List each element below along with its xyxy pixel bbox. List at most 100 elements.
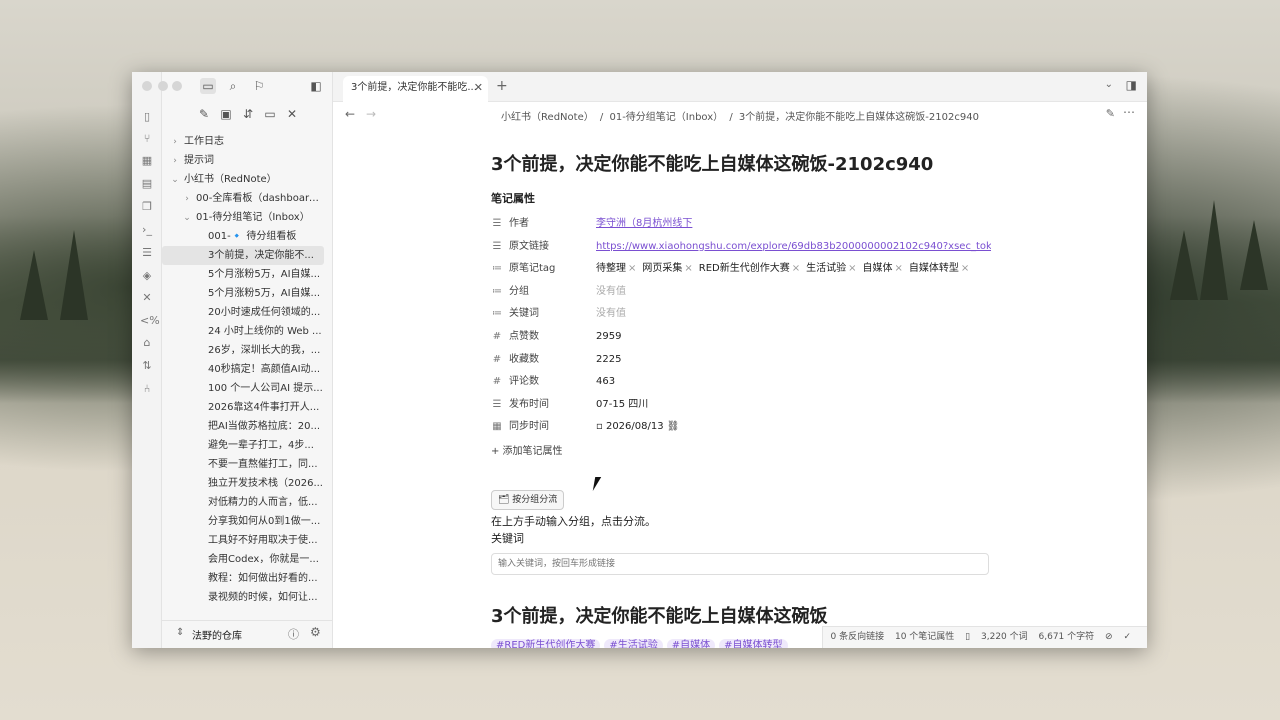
- tag-chip[interactable]: 待整理 ×: [596, 263, 636, 274]
- breadcrumb-folder[interactable]: 01-待分组笔记（Inbox）: [609, 112, 723, 123]
- edit-icon[interactable]: ✎: [1106, 107, 1115, 120]
- tree-item[interactable]: 001-🔹 待分组看板: [162, 227, 324, 246]
- property-value[interactable]: 2959: [596, 327, 991, 347]
- hashtag[interactable]: #自媒体转型: [719, 639, 788, 648]
- property-name[interactable]: 关键词: [509, 304, 539, 324]
- tree-item[interactable]: 独立开发技术栈（2026...: [162, 474, 324, 493]
- bookmark-icon[interactable]: ⚐: [251, 78, 267, 94]
- home-icon[interactable]: ⌂: [140, 336, 154, 350]
- list-icon[interactable]: ≔: [491, 259, 503, 279]
- tag-chip[interactable]: 生活试验 ×: [806, 263, 856, 274]
- property-value[interactable]: 没有值: [596, 304, 991, 324]
- tree-item[interactable]: 3个前提，决定你能不...: [162, 246, 324, 265]
- tree-item[interactable]: › 工作日志: [162, 132, 324, 151]
- hashtag[interactable]: #RED新生代创作大赛: [491, 639, 601, 648]
- sync-off-icon[interactable]: ⊘: [1105, 632, 1113, 642]
- tag-chip[interactable]: 自媒体 ×: [863, 263, 903, 274]
- keyword-input[interactable]: [491, 553, 989, 575]
- property-value[interactable]: https://www.xiaohongshu.com/explore/69db…: [596, 237, 991, 257]
- new-tab-icon[interactable]: +: [496, 78, 508, 94]
- tree-item[interactable]: › 00-全库看板（dashboard）: [162, 189, 324, 208]
- tree-item[interactable]: 2026靠这4件事打开人...: [162, 398, 324, 417]
- remove-tag-icon[interactable]: ×: [684, 263, 692, 274]
- property-name[interactable]: 原文链接: [509, 237, 549, 257]
- folder-icon[interactable]: ▭: [200, 78, 216, 94]
- check-icon[interactable]: ✓: [1123, 632, 1131, 642]
- text-icon[interactable]: ☰: [491, 214, 503, 234]
- list-icon[interactable]: ≔: [491, 282, 503, 302]
- tab-list-icon[interactable]: ⌄: [1105, 79, 1113, 90]
- auto-reveal-icon[interactable]: ▭: [262, 106, 278, 122]
- settings-icon[interactable]: ⚙: [310, 625, 321, 639]
- backlinks-count[interactable]: 0 条反向链接: [831, 632, 885, 642]
- text-icon[interactable]: ☰: [491, 237, 503, 257]
- plugin-icon[interactable]: ◈: [140, 269, 154, 283]
- tree-item[interactable]: 会用Codex，你就是一...: [162, 550, 324, 569]
- tab-note[interactable]: 3个前提，决定你能不能吃... ✕: [343, 76, 488, 102]
- list-icon[interactable]: ☰: [140, 246, 154, 260]
- property-value[interactable]: 2225: [596, 350, 991, 370]
- search-icon[interactable]: ⌕: [225, 78, 241, 94]
- tree-item[interactable]: 20小时速成任何领域的...: [162, 303, 324, 322]
- text-icon[interactable]: ☰: [491, 395, 503, 415]
- reading-icon[interactable]: ▯: [965, 632, 970, 642]
- property-value[interactable]: 待整理 × 网页采集 × RED新生代创作大赛 × 生活试验 × 自媒体 × 自媒体转型 ×: [596, 259, 991, 279]
- tag-chip[interactable]: 网页采集 ×: [642, 263, 692, 274]
- tree-item[interactable]: ⌄ 01-待分组笔记（Inbox）: [162, 208, 324, 227]
- canvas-icon[interactable]: ▦: [140, 154, 154, 168]
- tree-item[interactable]: 避免一辈子打工，4步...: [162, 436, 324, 455]
- split-by-group-button[interactable]: 🗂 按分组分流: [491, 490, 565, 510]
- property-value[interactable]: 李守洲（8月杭州线下: [596, 214, 991, 234]
- property-name[interactable]: 作者: [509, 214, 529, 234]
- property-name[interactable]: 发布时间: [509, 395, 549, 415]
- remove-tag-icon[interactable]: ×: [848, 263, 856, 274]
- tree-item[interactable]: 工具好不好用取决于使...: [162, 531, 324, 550]
- tree-item[interactable]: 5个月涨粉5万，AI自媒...: [162, 265, 324, 284]
- tree-item[interactable]: 40秒搞定！高颜值AI动...: [162, 360, 324, 379]
- remove-tag-icon[interactable]: ×: [961, 263, 969, 274]
- hashtag[interactable]: #自媒体: [666, 639, 716, 648]
- tools-icon[interactable]: ✕: [140, 291, 154, 305]
- note-title[interactable]: 3个前提，决定你能不能吃上自媒体这碗饭-2102c940: [491, 150, 933, 176]
- breadcrumb-root[interactable]: 小红书（RedNote）: [501, 112, 594, 123]
- add-property-button[interactable]: + 添加笔记属性: [491, 442, 563, 457]
- code-icon[interactable]: <%: [140, 314, 160, 328]
- collapse-all-icon[interactable]: ✕: [284, 106, 300, 122]
- number-icon[interactable]: #: [491, 350, 503, 370]
- tree-item[interactable]: 教程：如何做出好看的...: [162, 569, 324, 588]
- tree-item[interactable]: 24 小时上线你的 Web ...: [162, 322, 324, 341]
- remove-tag-icon[interactable]: ×: [895, 263, 903, 274]
- tree-item[interactable]: 100 个一人公司AI 提示...: [162, 379, 324, 398]
- copy-icon[interactable]: ❐: [140, 200, 154, 214]
- tree-item[interactable]: 26岁，深圳长大的我，...: [162, 341, 324, 360]
- git-icon[interactable]: ⑃: [140, 382, 154, 396]
- tree-item[interactable]: 不要一直熬催打工，同...: [162, 455, 324, 474]
- tree-item[interactable]: 5个月涨粉5万，AI自媒...: [162, 284, 324, 303]
- file-icon[interactable]: ▯: [140, 110, 154, 124]
- tree-item[interactable]: › 提示词: [162, 151, 324, 170]
- tag-chip[interactable]: 自媒体转型 ×: [909, 263, 969, 274]
- hashtag[interactable]: #生活试验: [604, 639, 663, 648]
- remove-tag-icon[interactable]: ×: [628, 263, 636, 274]
- tree-item[interactable]: 对低精力的人而言，低...: [162, 493, 324, 512]
- tree-item[interactable]: 录视频的时候，如何让...: [162, 588, 324, 607]
- property-value[interactable]: 07-15 四川: [596, 395, 991, 415]
- right-sidebar-icon[interactable]: ◨: [1126, 78, 1137, 92]
- number-icon[interactable]: #: [491, 372, 503, 392]
- window-close-dot[interactable]: [142, 81, 152, 91]
- property-value[interactable]: 没有值: [596, 282, 991, 302]
- tree-item[interactable]: 把AI当做苏格拉底：20...: [162, 417, 324, 436]
- sort-icon[interactable]: ⇅: [140, 359, 154, 373]
- sidebar-toggle-icon[interactable]: ◧: [308, 78, 324, 94]
- property-name[interactable]: 评论数: [509, 372, 539, 392]
- tag-chip[interactable]: RED新生代创作大赛 ×: [699, 263, 800, 274]
- remove-tag-icon[interactable]: ×: [792, 263, 800, 274]
- property-name[interactable]: 分组: [509, 282, 529, 302]
- property-name[interactable]: 同步时间: [509, 417, 549, 437]
- property-value[interactable]: ▫ 2026/08/13 ⛓: [596, 417, 991, 437]
- tree-item[interactable]: ⌄ 小红书（RedNote）: [162, 170, 324, 189]
- calendar-icon[interactable]: ▦: [491, 417, 503, 437]
- help-icon[interactable]: ⓘ: [288, 626, 299, 642]
- tree-item[interactable]: 分享我如何从0到1做一...: [162, 512, 324, 531]
- graph-icon[interactable]: ⑂: [140, 132, 154, 146]
